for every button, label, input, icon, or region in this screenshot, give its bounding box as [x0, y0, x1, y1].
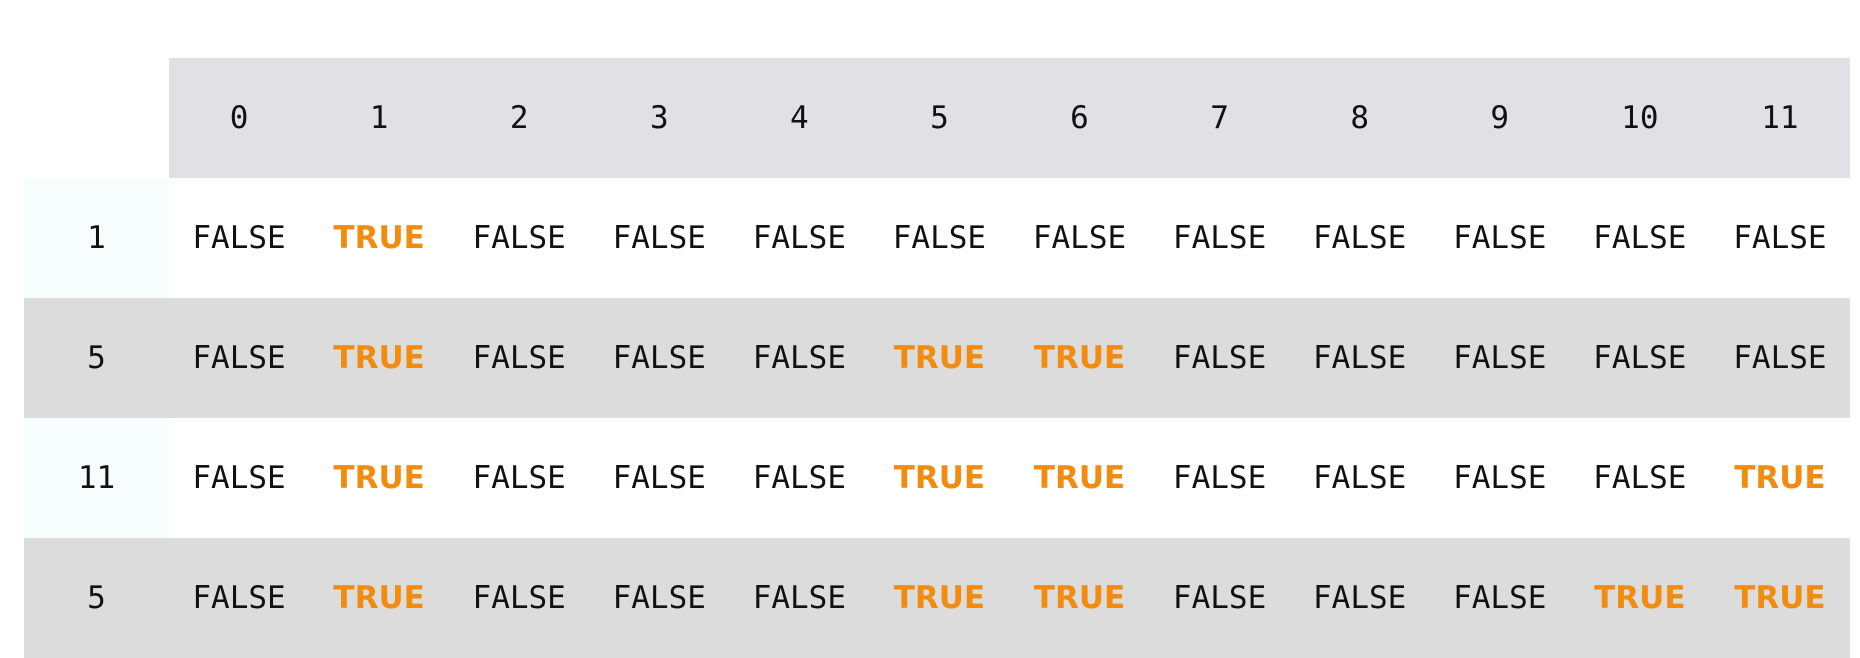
table-cell: FALSE: [729, 178, 870, 298]
table-cell: FALSE: [169, 538, 310, 658]
table-cell: TRUE: [1709, 538, 1850, 658]
column-header: 6: [1009, 58, 1150, 178]
table-cell: TRUE: [1569, 538, 1710, 658]
row-header: 11: [24, 418, 169, 538]
table-cell: FALSE: [1429, 538, 1570, 658]
table-cell: FALSE: [729, 418, 870, 538]
table-cell: FALSE: [869, 178, 1010, 298]
column-header: 1: [309, 58, 450, 178]
table-cell: FALSE: [449, 178, 590, 298]
table-cell: FALSE: [1289, 538, 1430, 658]
table-cell: FALSE: [1149, 418, 1290, 538]
table-cell: FALSE: [589, 178, 730, 298]
column-header: 7: [1149, 58, 1290, 178]
row-header: 5: [24, 298, 169, 418]
table-cell: FALSE: [1569, 418, 1710, 538]
table-cell: TRUE: [1009, 538, 1150, 658]
table-cell: FALSE: [449, 298, 590, 418]
table-cell: TRUE: [309, 178, 450, 298]
table-cell: FALSE: [1429, 418, 1570, 538]
table-cell: FALSE: [1149, 298, 1290, 418]
table-row: 5 FALSE TRUE FALSE FALSE FALSE TRUE TRUE…: [24, 538, 1850, 658]
table-cell: FALSE: [1709, 178, 1850, 298]
table-cell: FALSE: [1289, 298, 1430, 418]
table-cell: FALSE: [729, 298, 870, 418]
table-cell: FALSE: [169, 178, 310, 298]
table-cell: TRUE: [869, 538, 1010, 658]
column-header: 2: [449, 58, 590, 178]
table-cell: FALSE: [169, 298, 310, 418]
column-header: 11: [1709, 58, 1850, 178]
row-header: 5: [24, 538, 169, 658]
table-cell: TRUE: [309, 418, 450, 538]
table-cell: TRUE: [1009, 418, 1150, 538]
table-cell: FALSE: [1569, 178, 1710, 298]
column-header: 9: [1429, 58, 1570, 178]
table-cell: TRUE: [309, 298, 450, 418]
table-cell: TRUE: [1709, 418, 1850, 538]
table-cell: FALSE: [1149, 538, 1290, 658]
table-cell: FALSE: [449, 418, 590, 538]
table-corner: [24, 58, 169, 178]
column-header: 10: [1569, 58, 1710, 178]
table-cell: FALSE: [1569, 298, 1710, 418]
table-row: 11 FALSE TRUE FALSE FALSE FALSE TRUE TRU…: [24, 418, 1850, 538]
row-header: 1: [24, 178, 169, 298]
table-cell: FALSE: [1709, 298, 1850, 418]
table-cell: TRUE: [1009, 298, 1150, 418]
table-cell: FALSE: [1429, 178, 1570, 298]
table-cell: FALSE: [1009, 178, 1150, 298]
table-cell: FALSE: [1149, 178, 1290, 298]
column-header: 4: [729, 58, 870, 178]
table-row: 5 FALSE TRUE FALSE FALSE FALSE TRUE TRUE…: [24, 298, 1850, 418]
table-cell: FALSE: [1289, 178, 1430, 298]
table-cell: FALSE: [1289, 418, 1430, 538]
table-cell: FALSE: [589, 418, 730, 538]
table-cell: TRUE: [309, 538, 450, 658]
table-cell: FALSE: [1429, 298, 1570, 418]
table-row: 1 FALSE TRUE FALSE FALSE FALSE FALSE FAL…: [24, 178, 1850, 298]
table-cell: TRUE: [869, 298, 1010, 418]
table-cell: FALSE: [589, 538, 730, 658]
table-cell: TRUE: [869, 418, 1010, 538]
column-header: 8: [1289, 58, 1430, 178]
boolean-table: 0 1 2 3 4 5 6 7 8 9 10 11 1 FALSE TRUE F…: [24, 58, 1850, 658]
column-header: 0: [169, 58, 310, 178]
column-header: 5: [869, 58, 1010, 178]
table-cell: FALSE: [729, 538, 870, 658]
table-cell: FALSE: [169, 418, 310, 538]
column-header-row: 0 1 2 3 4 5 6 7 8 9 10 11: [24, 58, 1850, 178]
table-cell: FALSE: [589, 298, 730, 418]
table-cell: FALSE: [449, 538, 590, 658]
column-header: 3: [589, 58, 730, 178]
